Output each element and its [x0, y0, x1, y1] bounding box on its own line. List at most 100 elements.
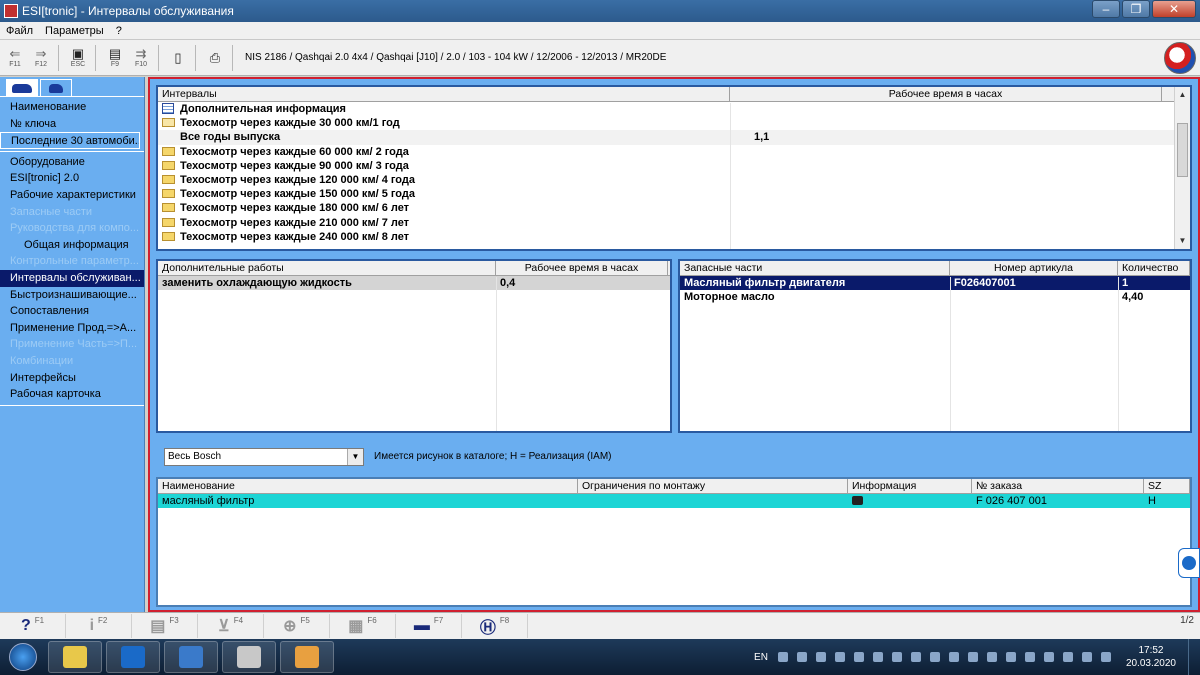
start-button[interactable]	[2, 640, 44, 674]
tray-icon[interactable]	[834, 652, 845, 662]
interval-row[interactable]: Техосмотр через каждые 150 000 км/ 5 год…	[158, 187, 1190, 201]
taskbar-app-button[interactable]	[222, 641, 276, 673]
document-button[interactable]: ▯	[167, 43, 189, 73]
sidebar-item[interactable]: Интервалы обслуживан...	[0, 269, 144, 287]
menu-parameters[interactable]: Параметры	[39, 25, 110, 37]
interval-row[interactable]: Техосмотр через каждые 30 000 км/1 год	[158, 116, 1190, 130]
tab-components[interactable]	[40, 79, 72, 96]
print-preview-button[interactable]: ▤ F9	[104, 43, 126, 73]
fkey-button[interactable]: ⊻ F4	[198, 614, 264, 638]
forward-button[interactable]: ⇒ F12	[30, 43, 52, 73]
interval-row[interactable]: Техосмотр через каждые 60 000 км/ 2 года	[158, 145, 1190, 159]
back-button[interactable]: ⇐ F11	[4, 43, 26, 73]
products-col-sz[interactable]: SZ	[1144, 479, 1190, 493]
sidebar-item[interactable]: Сопоставления	[0, 303, 144, 320]
tray-icon[interactable]	[929, 652, 940, 662]
products-col-order[interactable]: № заказа	[972, 479, 1144, 493]
fkey-button[interactable]: Ⓗ F8	[462, 614, 528, 638]
taskbar-app-button[interactable]	[48, 641, 102, 673]
interval-row[interactable]: Все годы выпуска 1,1	[158, 130, 1190, 145]
fkey-button[interactable]: ▬ F7	[396, 614, 462, 638]
interval-row[interactable]: Техосмотр через каждые 210 000 км/ 7 лет	[158, 216, 1190, 230]
tab-vehicle[interactable]	[6, 79, 38, 96]
taskbar-app-button[interactable]	[164, 641, 218, 673]
taskbar-app-button[interactable]	[106, 641, 160, 673]
sidebar-item[interactable]: Оборудование	[0, 154, 144, 171]
intervals-scrollbar[interactable]: ▲ ▼	[1174, 87, 1190, 249]
scroll-thumb[interactable]	[1177, 123, 1188, 177]
sidebar-item: Комбинации	[10, 354, 74, 367]
language-indicator[interactable]: EN	[754, 652, 768, 663]
clock[interactable]: 17:52 20.03.2020	[1126, 644, 1176, 670]
sidebar-item[interactable]: Общая информация	[0, 237, 144, 254]
spare-parts-col-name[interactable]: Запасные части	[680, 261, 950, 275]
fkey-button[interactable]: i F2	[66, 614, 132, 638]
intervals-col-name[interactable]: Интервалы	[158, 87, 730, 101]
tray-icon[interactable]	[815, 652, 826, 662]
extra-work-row[interactable]: заменить охлаждающую жидкость 0,4	[158, 276, 670, 291]
scroll-up-icon[interactable]: ▲	[1175, 87, 1190, 103]
fkey-button[interactable]: ⊕ F5	[264, 614, 330, 638]
taskbar-app-button[interactable]	[280, 641, 334, 673]
cart-icon: ⊻	[217, 618, 230, 635]
tray-icon[interactable]	[1005, 652, 1016, 662]
interval-row[interactable]: Техосмотр через каждые 120 000 км/ 4 год…	[158, 173, 1190, 187]
intervals-col-time[interactable]: Рабочее время в часах	[730, 87, 1162, 101]
spare-part-row[interactable]: Моторное масло 4,40	[680, 290, 1190, 304]
print-button[interactable]: ⎙	[204, 43, 226, 73]
interval-row[interactable]: Техосмотр через каждые 240 000 км/ 8 лет	[158, 230, 1190, 244]
sidebar-item-last-30[interactable]: Последние 30 автомоби...	[0, 132, 140, 149]
fkey-button[interactable]: ▦ F6	[330, 614, 396, 638]
scroll-down-icon[interactable]: ▼	[1175, 233, 1190, 249]
catalog-filter-select[interactable]: Весь Bosch ▼	[164, 448, 364, 466]
tray-icon[interactable]	[967, 652, 978, 662]
sidebar-item[interactable]: Интерфейсы	[0, 370, 144, 387]
tray-icon[interactable]	[948, 652, 959, 662]
teamviewer-side-tab[interactable]	[1178, 548, 1200, 578]
tray-icon[interactable]	[986, 652, 997, 662]
fkey-button[interactable]: ▤ F3	[132, 614, 198, 638]
spare-part-row[interactable]: Масляный фильтр двигателя F026407001 1	[680, 276, 1190, 291]
products-col-name[interactable]: Наименование	[158, 479, 578, 493]
volume-icon[interactable]	[1081, 652, 1092, 662]
sidebar-item-name[interactable]: Наименование	[0, 99, 144, 116]
sidebar-item[interactable]: Рабочая карточка	[0, 386, 144, 403]
sidebar-item[interactable]: Применение Прод.=>А...	[0, 320, 144, 337]
tray-icon[interactable]	[910, 652, 921, 662]
interval-row[interactable]: Техосмотр через каждые 180 000 км/ 6 лет	[158, 201, 1190, 215]
menu-file[interactable]: Файл	[0, 25, 39, 37]
sidebar-item-key-number[interactable]: № ключа	[0, 116, 144, 133]
menu-help[interactable]: ?	[110, 25, 128, 37]
show-desktop-button[interactable]	[1188, 639, 1200, 675]
tray-icon[interactable]	[853, 652, 864, 662]
tray-icon[interactable]	[1062, 652, 1073, 662]
interval-row[interactable]: Дополнительная информация	[158, 102, 1190, 116]
tray-icon[interactable]	[1024, 652, 1035, 662]
sidebar-item[interactable]: Рабочие характеристики	[0, 187, 144, 204]
interval-row[interactable]: Техосмотр через каждые 90 000 км/ 3 года	[158, 159, 1190, 173]
sidebar-item[interactable]: ESI[tronic] 2.0	[0, 170, 144, 187]
extra-work-col-time[interactable]: Рабочее время в часах	[496, 261, 668, 275]
tray-icon[interactable]	[796, 652, 807, 662]
products-col-info[interactable]: Информация	[848, 479, 972, 493]
fkey-button[interactable]: ? F1	[0, 614, 66, 638]
tray-icon[interactable]	[872, 652, 883, 662]
minimize-button[interactable]: –	[1092, 0, 1120, 18]
tray-icon[interactable]	[777, 652, 788, 662]
product-row[interactable]: масляный фильтр F 026 407 001 H	[158, 494, 1190, 509]
exit-button[interactable]: ▣ ESC	[67, 43, 89, 73]
spare-parts-col-article[interactable]: Номер артикула	[950, 261, 1118, 275]
bosch-logo	[1164, 42, 1196, 74]
tray-icon[interactable]	[891, 652, 902, 662]
close-button[interactable]: ✕	[1152, 0, 1196, 18]
extra-work-col-name[interactable]: Дополнительные работы	[158, 261, 496, 275]
next-document-button[interactable]: ⇉ F10	[130, 43, 152, 73]
sidebar-item[interactable]: Быстроизнашивающие...	[0, 287, 144, 304]
spare-parts-col-qty[interactable]: Количество	[1118, 261, 1190, 275]
maximize-button[interactable]: ❐	[1122, 0, 1150, 18]
products-col-limits[interactable]: Ограничения по монтажу	[578, 479, 848, 493]
camera-icon[interactable]	[852, 496, 863, 505]
tray-icon[interactable]	[1043, 652, 1054, 662]
network-icon[interactable]	[1100, 652, 1111, 662]
chevron-down-icon[interactable]: ▼	[347, 449, 363, 465]
